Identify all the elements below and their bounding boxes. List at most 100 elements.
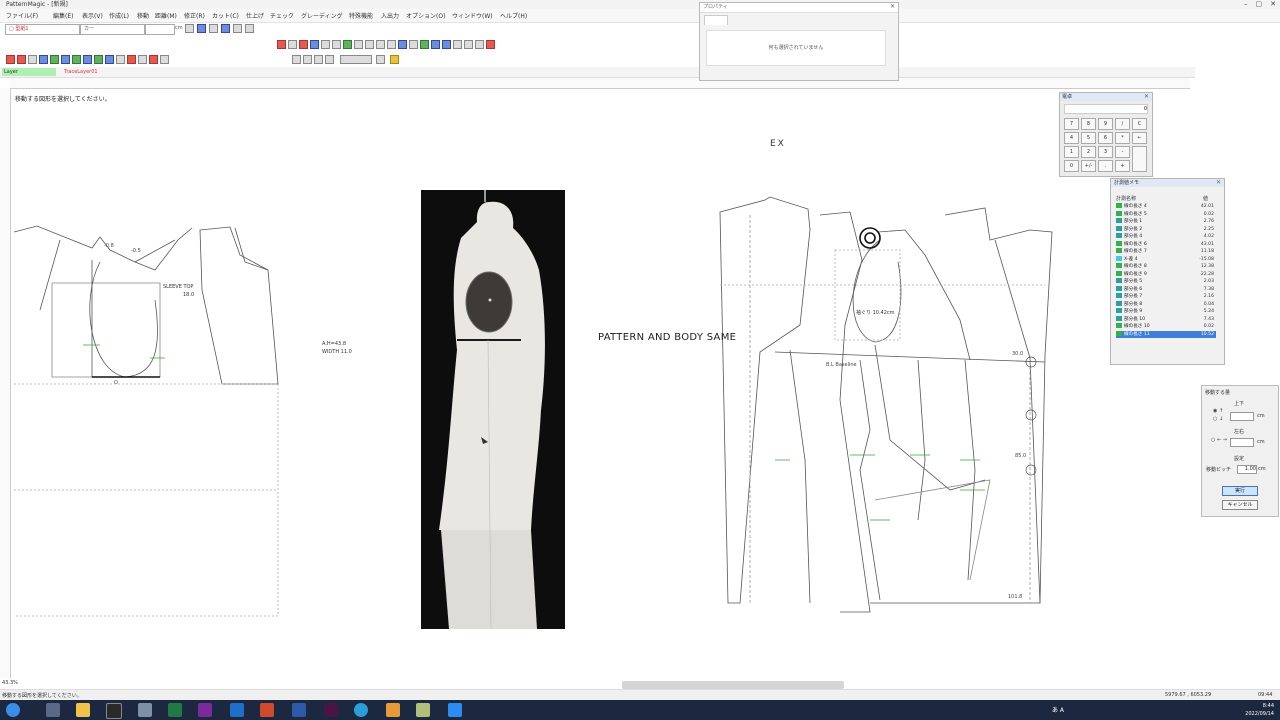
layer-select[interactable]: Layer: [2, 68, 56, 76]
measurement-row[interactable]: 部分長 7 2.16: [1116, 293, 1216, 300]
up-radio[interactable]: ◉ ↑: [1213, 408, 1223, 414]
measurement-row[interactable]: X-差 4 -15.08: [1116, 255, 1216, 263]
arc-tool-icon[interactable]: [72, 55, 81, 64]
leftright-input[interactable]: [1230, 438, 1254, 447]
help-icon[interactable]: [390, 55, 399, 64]
move-amount-panel[interactable]: 移動する量 上下 ◉ ↑ ○ ↓ cm 左右 ○ ← → cm 設定 移動ピッチ…: [1201, 385, 1279, 517]
ruler-tool-icon[interactable]: [28, 55, 37, 64]
point-tool-icon[interactable]: [6, 55, 15, 64]
circle-tool-icon[interactable]: [61, 55, 70, 64]
measurement-row[interactable]: 部分長 4 4.02: [1116, 233, 1216, 240]
execute-button[interactable]: 実行: [1222, 486, 1258, 496]
properties-panel[interactable]: プロパティ ✕ 何も選択されていません: [699, 2, 899, 81]
menu-cut[interactable]: カット(C): [212, 11, 239, 20]
zoom-level[interactable]: 43.3%: [2, 680, 18, 686]
updown-input[interactable]: [1230, 412, 1254, 421]
calc-key-3[interactable]: 3: [1098, 146, 1113, 158]
powerpoint-icon[interactable]: [260, 703, 274, 717]
menu-window[interactable]: ウィンドウ(W): [452, 11, 493, 20]
calc-key-sign[interactable]: +/-: [1081, 160, 1096, 172]
measurement-panel[interactable]: 計測値メモ ✕ 計測名称 値 線の長さ 4 42.01 線の長さ 5 0.02 部分長 …: [1110, 178, 1225, 365]
layer-icon[interactable]: [209, 24, 218, 33]
value-input[interactable]: [145, 24, 175, 35]
check-icon[interactable]: [321, 40, 330, 49]
size-dropdown[interactable]: カー: [80, 24, 145, 35]
stack-icon[interactable]: [376, 40, 385, 49]
calc-key-8[interactable]: 8: [1081, 118, 1096, 130]
calc-key-6[interactable]: 6: [1098, 132, 1113, 144]
box-icon[interactable]: [365, 40, 374, 49]
menu-move[interactable]: 移動: [137, 11, 149, 20]
menu-view[interactable]: 表示(V): [82, 11, 103, 20]
new-file-icon[interactable]: [292, 55, 301, 64]
measurement-row[interactable]: 部分長 6 7.38: [1116, 285, 1216, 293]
parallel-tool-icon[interactable]: [83, 55, 92, 64]
redraw-icon[interactable]: [475, 40, 484, 49]
calc-key-5[interactable]: 5: [1081, 132, 1096, 144]
move-icon[interactable]: [343, 40, 352, 49]
acrobat-icon[interactable]: [386, 703, 400, 717]
calc-key-minus[interactable]: -: [1115, 146, 1130, 158]
menu-check[interactable]: チェック: [270, 11, 294, 20]
offset-tool-icon[interactable]: [94, 55, 103, 64]
cut-tool-icon[interactable]: [149, 55, 158, 64]
menu-special[interactable]: 特殊機能: [349, 11, 373, 20]
menu-grading[interactable]: グレーディング: [301, 11, 343, 20]
seam-tool-icon[interactable]: [160, 55, 169, 64]
copy-file-icon[interactable]: [325, 55, 334, 64]
folder-icon[interactable]: [416, 703, 430, 717]
indesign-icon[interactable]: [324, 703, 338, 717]
outlook-icon[interactable]: [230, 703, 244, 717]
task-view-icon[interactable]: [46, 703, 60, 717]
close-icon[interactable]: ✕: [890, 3, 895, 10]
menu-finish[interactable]: 仕上げ: [246, 11, 264, 20]
measure-icon[interactable]: [221, 24, 230, 33]
measurement-row[interactable]: 線の長さ 11 10.52: [1116, 330, 1216, 338]
rect-tool-icon[interactable]: [50, 55, 59, 64]
calc-key-decimal[interactable]: .: [1098, 160, 1113, 172]
measurement-row[interactable]: 部分長 8 0.04: [1116, 300, 1216, 308]
dart-tool-icon[interactable]: [127, 55, 136, 64]
snap-icon[interactable]: [197, 24, 206, 33]
measurement-row[interactable]: 部分長 10 7.43: [1116, 315, 1216, 323]
menu-file[interactable]: ファイル(F): [6, 11, 38, 20]
calculator-panel[interactable]: 電卓 ✕ 0 7 8 9 / C 4 5 6 * ← 1 2 3 - 0 +/-…: [1059, 92, 1153, 177]
zoom-fit-icon[interactable]: [420, 40, 429, 49]
close-icon[interactable]: ✕: [1216, 179, 1221, 186]
mirror-tool-icon[interactable]: [138, 55, 147, 64]
curve-tool-icon[interactable]: [39, 55, 48, 64]
calc-key-2[interactable]: 2: [1081, 146, 1096, 158]
trash-icon[interactable]: [486, 40, 495, 49]
explorer-icon[interactable]: [76, 703, 90, 717]
trace-layer-label[interactable]: TraceLayer01: [64, 68, 98, 76]
zoom-area-icon[interactable]: [453, 40, 462, 49]
menu-edit[interactable]: 編集(E): [53, 11, 73, 20]
pen-icon[interactable]: [138, 703, 152, 717]
menu-create[interactable]: 作成(L): [109, 11, 129, 20]
erase-icon[interactable]: [299, 40, 308, 49]
calc-key-0[interactable]: 0: [1064, 160, 1079, 172]
link-icon[interactable]: [376, 55, 385, 64]
measurement-row[interactable]: 線の長さ 7 11.18: [1116, 248, 1216, 255]
properties-tab[interactable]: [704, 15, 728, 25]
close-icon[interactable]: ✕: [1144, 93, 1149, 100]
print-icon[interactable]: [398, 40, 407, 49]
calc-key-backspace[interactable]: ←: [1132, 132, 1147, 144]
layout-icon[interactable]: [409, 40, 418, 49]
minimize-icon[interactable]: –: [1244, 0, 1248, 9]
pattern-dropdown[interactable]: ▢ 型紙1: [5, 24, 80, 35]
copy-icon[interactable]: [332, 40, 341, 49]
measurement-row[interactable]: 線の長さ 5 0.02: [1116, 210, 1216, 218]
onenote-icon[interactable]: [198, 703, 212, 717]
zoom-all-icon[interactable]: [464, 40, 473, 49]
excel-icon[interactable]: [168, 703, 182, 717]
down-radio[interactable]: ○ ↓: [1213, 416, 1223, 422]
app-icon[interactable]: [106, 703, 122, 719]
measurement-row[interactable]: 部分長 5 2.03: [1116, 278, 1216, 285]
calc-key-9[interactable]: 9: [1098, 118, 1113, 130]
zoom-icon[interactable]: [448, 703, 462, 717]
table-icon[interactable]: [245, 24, 254, 33]
measurement-row[interactable]: 線の長さ 4 42.01: [1116, 203, 1216, 210]
menu-options[interactable]: オプション(O): [406, 11, 445, 20]
angle-tool-icon[interactable]: [105, 55, 114, 64]
